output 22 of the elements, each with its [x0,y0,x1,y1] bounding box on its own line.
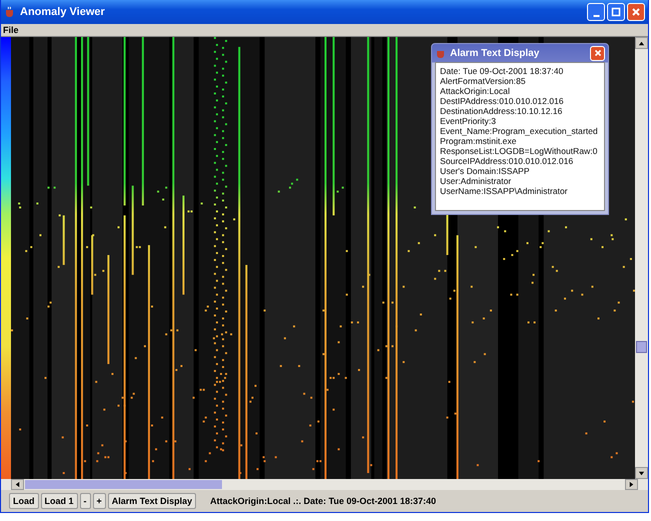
toolbar-button[interactable]: + [92,493,106,509]
alarm-text-line: DestIPAddress:010.010.012.016 [440,96,565,106]
alarm-text-line: User's Domain:ISSAPP [440,166,531,176]
alarm-text-line: Program:mstinit.exe [440,136,518,146]
alarm-text-line: User:Administrator [440,176,512,186]
menu-item[interactable]: File [3,25,19,35]
toolbar-button[interactable]: Load [9,493,38,509]
alarm-text-line: Event_Name:Program_execution_started [440,126,599,136]
alarm-text-line: SourceIPAddress:010.010.012.016 [440,156,574,166]
alarm-text-line: AttackOrigin:Local [440,86,511,96]
dialog-title: Alarm Text Display [450,48,540,58]
status-text: AttackOrigin:Local .:. Date: Tue 09-Oct-2001 18:37:40 [210,496,436,506]
window-title: Anomaly Viewer [20,6,106,18]
alarm-text-line: Date: Tue 09-Oct-2001 18:37:40 [440,66,564,76]
toolbar-button[interactable]: Load 1 [40,493,78,509]
alarm-text-line: DestinationAddress:10.10.12.16 [440,106,564,116]
toolbar-button[interactable]: - [80,493,91,509]
toolbar-button[interactable]: Alarm Text Display [108,493,196,509]
alarm-text-line: AlertFormatVersion:85 [440,76,526,86]
alarm-text-line: UserName:ISSAPP\Administrator [440,186,569,196]
alarm-text-line: ResponseList:LOGDB=LogWithoutRaw:0 [440,146,598,156]
alarm-text-line: EventPriority:3 [440,116,497,126]
